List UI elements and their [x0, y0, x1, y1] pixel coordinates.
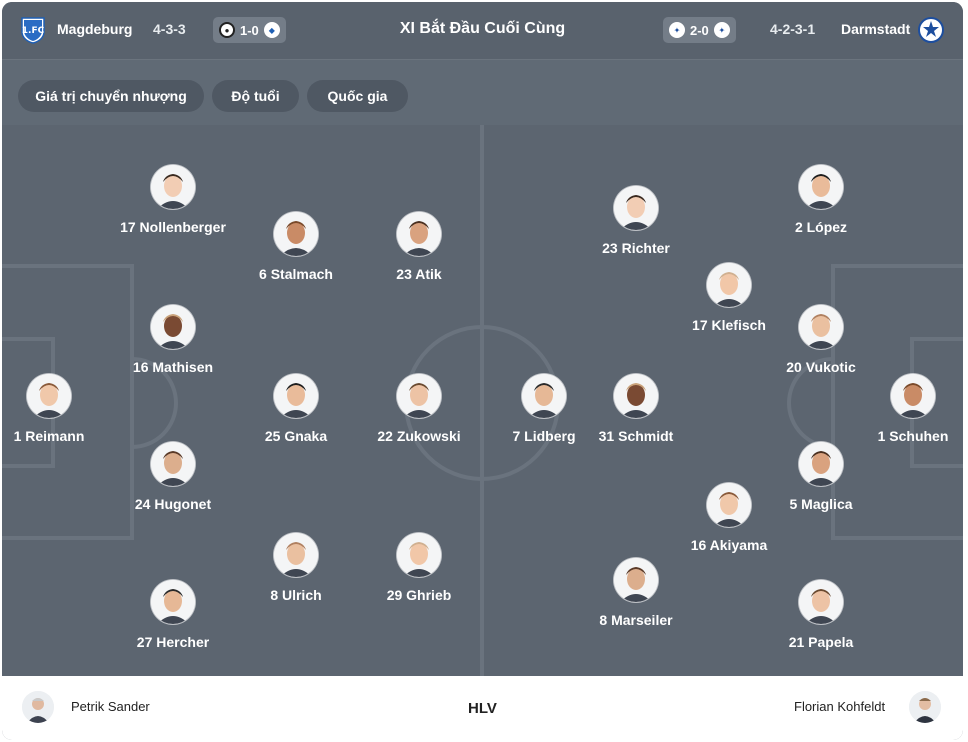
home-player[interactable]: 24 Hugonet [103, 442, 243, 512]
away-team-name[interactable]: Darmstadt [841, 21, 910, 37]
player-avatar[interactable] [522, 374, 566, 418]
player-label[interactable]: 22 Zukowski [349, 428, 489, 444]
player-avatar[interactable] [799, 165, 843, 209]
home-player[interactable]: 25 Gnaka [226, 374, 366, 444]
away-player[interactable]: 17 Klefisch [659, 263, 799, 333]
filter-market-value-button[interactable]: Giá trị chuyển nhượng [18, 80, 204, 112]
away-coach-name[interactable]: Florian Kohfeldt [794, 699, 885, 714]
away-player[interactable]: 8 Marseiler [566, 558, 706, 628]
player-avatar[interactable] [614, 558, 658, 602]
opponent-crest-icon: ✦ [713, 22, 730, 38]
player-label[interactable]: 25 Gnaka [226, 428, 366, 444]
player-avatar[interactable] [274, 212, 318, 256]
player-avatar[interactable] [799, 442, 843, 486]
lineup-title: XI Bắt Đầu Cuối Cùng [399, 20, 566, 37]
player-label[interactable]: 23 Atik [349, 266, 489, 282]
player-label[interactable]: 17 Nollenberger [103, 219, 243, 235]
away-last-result[interactable]: ✦ 2-0 ✦ [663, 17, 736, 43]
player-label[interactable]: 16 Mathisen [103, 359, 243, 375]
player-avatar[interactable] [151, 165, 195, 209]
coach-bar: Petrik Sander HLV Florian Kohfeldt [2, 676, 963, 740]
away-player[interactable]: 16 Akiyama [659, 483, 799, 553]
player-label[interactable]: 8 Marseiler [566, 612, 706, 628]
away-last-score: 2-0 [690, 22, 709, 38]
away-player[interactable]: 2 López [751, 165, 891, 235]
player-avatar[interactable] [397, 533, 441, 577]
home-player[interactable]: 23 Atik [349, 212, 489, 282]
player-avatar[interactable] [151, 442, 195, 486]
lineup-header: 1.FC Magdeburg 4-3-3 ● 1-0 ◆ XI Bắt Đầu … [2, 2, 963, 59]
player-avatar[interactable] [274, 374, 318, 418]
player-avatar[interactable] [891, 374, 935, 418]
pitch: 1 Reimann 17 Nollenberger 16 Mathisen 24 Hu… [2, 125, 963, 676]
player-avatar[interactable] [274, 533, 318, 577]
player-label[interactable]: 21 Papela [751, 634, 891, 650]
away-player[interactable]: 21 Papela [751, 580, 891, 650]
filter-bar: Giá trị chuyển nhượng Độ tuổi Quốc gia [2, 59, 963, 125]
home-player[interactable]: 1 Reimann [2, 374, 119, 444]
player-avatar[interactable] [397, 212, 441, 256]
player-label[interactable]: 7 Lidberg [474, 428, 614, 444]
player-avatar[interactable] [799, 580, 843, 624]
player-label[interactable]: 27 Hercher [103, 634, 243, 650]
player-label[interactable]: 8 Ulrich [226, 587, 366, 603]
player-avatar[interactable] [799, 305, 843, 349]
player-label[interactable]: 6 Stalmach [226, 266, 366, 282]
away-coach-avatar[interactable] [909, 691, 941, 723]
lineup-panel: 1.FC Magdeburg 4-3-3 ● 1-0 ◆ XI Bắt Đầu … [2, 2, 963, 740]
player-avatar[interactable] [151, 580, 195, 624]
player-label[interactable]: 2 López [751, 219, 891, 235]
player-avatar[interactable] [707, 483, 751, 527]
player-avatar[interactable] [397, 374, 441, 418]
player-label[interactable]: 1 Reimann [2, 428, 119, 444]
player-avatar[interactable] [151, 305, 195, 349]
player-label[interactable]: 16 Akiyama [659, 537, 799, 553]
player-avatar[interactable] [614, 374, 658, 418]
player-avatar[interactable] [614, 186, 658, 230]
player-label[interactable]: 23 Richter [566, 240, 706, 256]
home-player[interactable]: 6 Stalmach [226, 212, 366, 282]
away-player[interactable]: 23 Richter [566, 186, 706, 256]
home-player[interactable]: 17 Nollenberger [103, 165, 243, 235]
player-avatar[interactable] [27, 374, 71, 418]
darmstadt-crest-small-icon: ✦ [669, 22, 685, 38]
player-label[interactable]: 17 Klefisch [659, 317, 799, 333]
home-player[interactable]: 8 Ulrich [226, 533, 366, 603]
player-label[interactable]: 24 Hugonet [103, 496, 243, 512]
home-player[interactable]: 29 Ghrieb [349, 533, 489, 603]
darmstadt-crest-icon[interactable] [918, 16, 944, 44]
away-player[interactable]: 7 Lidberg [474, 374, 614, 444]
away-formation: 4-2-3-1 [770, 21, 816, 37]
home-player[interactable]: 27 Hercher [103, 580, 243, 650]
home-player[interactable]: 16 Mathisen [103, 305, 243, 375]
filter-age-button[interactable]: Độ tuổi [212, 80, 299, 112]
filter-nationality-button[interactable]: Quốc gia [307, 80, 408, 112]
player-avatar[interactable] [707, 263, 751, 307]
away-player[interactable]: 1 Schuhen [843, 374, 963, 444]
home-player[interactable]: 22 Zukowski [349, 374, 489, 444]
player-label[interactable]: 20 Vukotic [751, 359, 891, 375]
player-label[interactable]: 29 Ghrieb [349, 587, 489, 603]
